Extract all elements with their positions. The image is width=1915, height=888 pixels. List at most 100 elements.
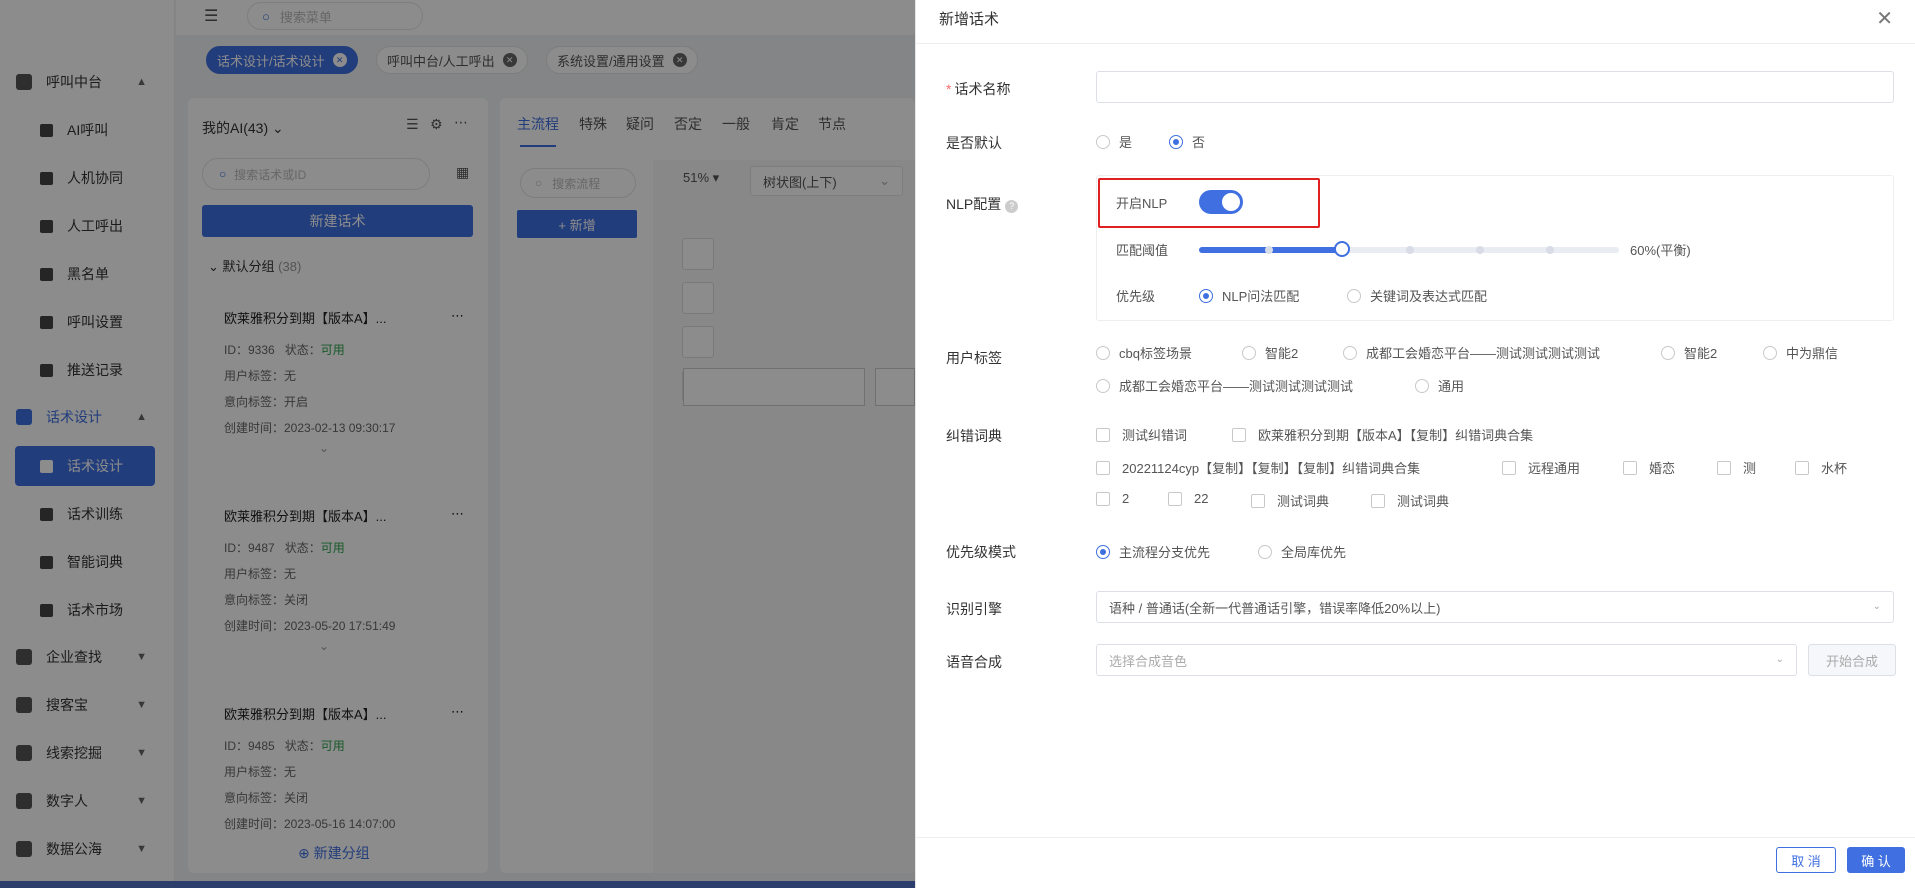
checkbox-box <box>1096 427 1110 442</box>
user-tag-option[interactable]: 智能2 <box>1242 343 1298 362</box>
checkbox-label: 测试词典 <box>1277 494 1330 509</box>
checkbox-box <box>1168 491 1182 506</box>
script-name-label-text: 话术名称 <box>954 81 1011 97</box>
dict-checkbox[interactable]: 2 <box>1096 491 1129 506</box>
slider-step <box>1265 246 1273 254</box>
user-tag-option[interactable]: 成都工会婚恋平台——测试测试测试测试 <box>1343 343 1600 362</box>
checkbox-label: 22 <box>1194 491 1209 506</box>
threshold-value: 60%(平衡) <box>1630 243 1691 258</box>
script-name-label: * 话术名称 <box>946 79 1010 99</box>
radio-circle <box>1096 378 1110 393</box>
priority-mode-label: 优先级模式 <box>946 544 1016 560</box>
drawer-title: 新增话术 <box>939 11 1000 28</box>
dict-checkbox[interactable]: 水杯 <box>1795 458 1847 477</box>
threshold-slider-handle[interactable] <box>1334 241 1350 257</box>
priority-nlp-radio[interactable]: NLP问法匹配 <box>1199 286 1299 305</box>
modal-overlay[interactable] <box>0 0 915 888</box>
start-synthesis-button[interactable]: 开始合成 <box>1808 644 1896 676</box>
radio-circle <box>1661 345 1675 360</box>
slider-step <box>1476 246 1484 254</box>
checkbox-label: 2 <box>1122 491 1130 506</box>
divider <box>916 43 1915 44</box>
checkbox-box <box>1795 460 1809 475</box>
user-tag-option[interactable]: 通用 <box>1415 376 1464 395</box>
checkbox-label: 婚恋 <box>1649 461 1676 476</box>
radio-circle <box>1347 288 1361 303</box>
dict-checkbox[interactable]: 测试词典 <box>1371 491 1449 510</box>
checkbox-box <box>1251 493 1265 508</box>
checkbox-label: 20221124cyp【复制】【复制】【复制】纠错词典合集 <box>1122 461 1421 476</box>
threshold-label: 匹配阈值 <box>1116 243 1169 258</box>
tts-placeholder: 选择合成音色 <box>1109 653 1188 669</box>
radio-circle <box>1199 288 1213 303</box>
checkbox-box <box>1717 460 1731 475</box>
radio-circle <box>1096 345 1110 360</box>
radio-label: 是 <box>1119 135 1133 150</box>
dict-checkbox[interactable]: 婚恋 <box>1623 458 1675 477</box>
checkbox-label: 水杯 <box>1821 461 1848 476</box>
radio-label: 全局库优先 <box>1281 545 1347 560</box>
default-label: 是否默认 <box>946 135 1002 151</box>
radio-label: NLP问法匹配 <box>1222 289 1300 304</box>
dict-checkbox[interactable]: 欧莱雅积分到期【版本A】【复制】纠错词典合集 <box>1232 425 1533 444</box>
chevron-down-icon: ⌄ <box>1775 654 1784 665</box>
checkbox-box <box>1096 460 1110 475</box>
user-tag-option[interactable]: 智能2 <box>1661 343 1717 362</box>
slider-step <box>1406 246 1414 254</box>
script-name-input[interactable] <box>1096 71 1894 103</box>
chevron-down-icon: ⌄ <box>1872 601 1881 612</box>
mode-global-radio[interactable]: 全局库优先 <box>1258 542 1346 561</box>
radio-label: 智能2 <box>1265 346 1299 361</box>
radio-label: 中为鼎信 <box>1786 346 1839 361</box>
user-tag-option[interactable]: cbq标签场景 <box>1096 343 1192 362</box>
dict-checkbox[interactable]: 测试纠错词 <box>1096 425 1187 444</box>
radio-circle <box>1343 345 1357 360</box>
checkbox-box <box>1502 460 1516 475</box>
default-yes-radio[interactable]: 是 <box>1096 132 1132 151</box>
dict-checkbox[interactable]: 测 <box>1717 458 1756 477</box>
new-script-drawer: 新增话术 ✕ * 话术名称 是否默认 是 否 NLP配置 ? 开启NLP 匹配阈值… <box>915 0 1915 888</box>
tts-voice-select[interactable]: 选择合成音色 ⌄ <box>1096 644 1797 676</box>
dict-checkbox[interactable]: 远程通用 <box>1502 458 1580 477</box>
checkbox-label: 测试纠错词 <box>1122 428 1188 443</box>
nlp-toggle[interactable] <box>1199 190 1243 214</box>
radio-circle <box>1169 134 1183 149</box>
checkbox-box <box>1623 460 1637 475</box>
required-mark: * <box>946 81 952 97</box>
slider-step <box>1546 246 1554 254</box>
radio-circle <box>1415 378 1429 393</box>
engine-label: 识别引擎 <box>946 601 1002 617</box>
checkbox-label: 欧莱雅积分到期【版本A】【复制】纠错词典合集 <box>1258 428 1534 443</box>
mode-main-flow-radio[interactable]: 主流程分支优先 <box>1096 542 1210 561</box>
radio-label: 否 <box>1192 135 1206 150</box>
dict-label: 纠错词典 <box>946 428 1002 444</box>
divider <box>916 837 1915 838</box>
user-tag-option[interactable]: 中为鼎信 <box>1763 343 1838 362</box>
help-icon[interactable]: ? <box>1005 200 1019 213</box>
checkbox-label: 测 <box>1743 461 1757 476</box>
radio-label: 关键词及表达式匹配 <box>1370 289 1488 304</box>
checkbox-box <box>1371 493 1385 508</box>
dict-checkbox[interactable]: 22 <box>1168 491 1208 506</box>
engine-select[interactable]: 语种 / 普通话(全新一代普通话引擎，错误率降低20%以上) ⌄ <box>1096 591 1894 623</box>
tts-label: 语音合成 <box>946 654 1002 670</box>
user-tag-label: 用户标签 <box>946 350 1002 366</box>
priority-label: 优先级 <box>1116 289 1156 304</box>
radio-label: 成都工会婚恋平台——测试测试测试测试 <box>1366 346 1601 361</box>
default-no-radio[interactable]: 否 <box>1169 132 1205 151</box>
bottom-bar <box>0 881 915 888</box>
priority-keyword-radio[interactable]: 关键词及表达式匹配 <box>1347 286 1487 305</box>
close-icon[interactable]: ✕ <box>1876 6 1893 31</box>
dict-checkbox[interactable]: 20221124cyp【复制】【复制】【复制】纠错词典合集 <box>1096 458 1420 477</box>
radio-circle <box>1258 544 1272 559</box>
nlp-enable-label: 开启NLP <box>1116 196 1168 211</box>
radio-label: 主流程分支优先 <box>1119 545 1211 560</box>
checkbox-label: 测试词典 <box>1397 494 1450 509</box>
checkbox-box <box>1096 491 1110 506</box>
radio-circle <box>1242 345 1256 360</box>
confirm-button[interactable]: 确 认 <box>1847 847 1905 873</box>
cancel-button[interactable]: 取 消 <box>1776 847 1836 873</box>
radio-label: 智能2 <box>1684 346 1718 361</box>
dict-checkbox[interactable]: 测试词典 <box>1251 491 1329 510</box>
user-tag-option[interactable]: 成都工会婚恋平台——测试测试测试测试 <box>1096 376 1353 395</box>
